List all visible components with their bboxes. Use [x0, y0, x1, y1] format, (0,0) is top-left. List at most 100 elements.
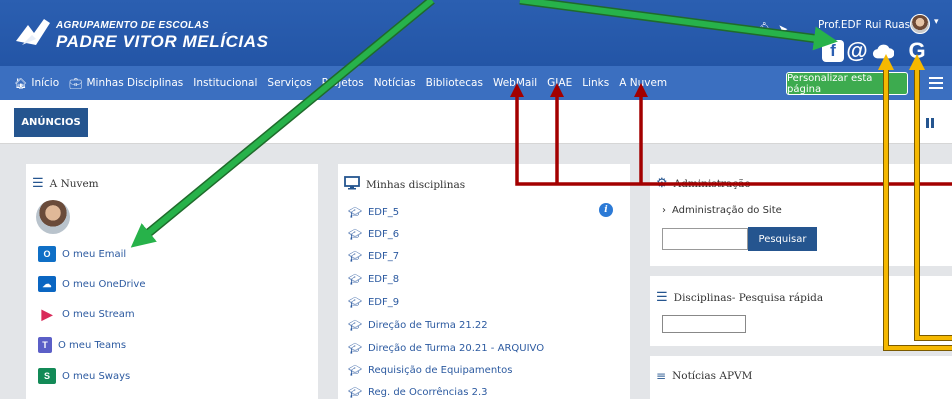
nav-item-label: Minhas Disciplinas: [86, 77, 184, 89]
nav-items: 🏠︎ Início 💼︎ Minhas Disciplinas Instituc…: [14, 66, 667, 100]
course-item[interactable]: 🎓︎ Reg. de Ocorrências 2.3: [348, 386, 488, 399]
announcements-tab[interactable]: ANÚNCIOS: [14, 108, 88, 137]
nuvem-item-teams[interactable]: T O meu Teams: [38, 337, 126, 353]
graduation-cap-icon: 🎓︎: [348, 250, 362, 263]
briefcase-icon: 💼︎: [69, 77, 83, 90]
course-label: EDF_5: [367, 207, 400, 218]
course-item[interactable]: 🎓︎ EDF_5: [348, 206, 399, 219]
search-button[interactable]: Pesquisar: [748, 227, 817, 251]
school-name-line1[interactable]: AGRUPAMENTO DE ESCOLAS: [56, 20, 209, 31]
chevron-right-icon: ›: [662, 205, 666, 216]
stream-icon: ▶: [41, 305, 53, 322]
quick-search-title: ☰ Disciplinas- Pesquisa rápida: [656, 290, 823, 305]
course-item[interactable]: 🎓︎ Requisição de Equipamentos: [348, 364, 512, 377]
pause-icon[interactable]: [926, 118, 934, 128]
course-label: Requisição de Equipamentos: [367, 365, 513, 376]
nuvem-item-sways[interactable]: S O meu Sways: [38, 368, 130, 384]
list-item-label: O meu Sways: [62, 370, 131, 382]
nav-item-bibliotecas[interactable]: Bibliotecas: [426, 77, 483, 89]
bell-icon[interactable]: 🔔︎: [756, 22, 773, 37]
facebook-icon[interactable]: f: [822, 40, 844, 62]
list-icon: ☰: [32, 176, 44, 191]
course-item[interactable]: 🎓︎ EDF_6: [348, 228, 399, 241]
block-title-text: Disciplinas- Pesquisa rápida: [673, 291, 824, 304]
hamburger-menu-icon[interactable]: [929, 77, 943, 89]
graduation-cap-icon: 🎓︎: [348, 273, 362, 286]
home-icon: 🏠︎: [14, 77, 28, 90]
at-icon[interactable]: @: [846, 38, 868, 63]
outlook-icon: O: [38, 246, 56, 262]
nav-item-institucional[interactable]: Institucional: [193, 77, 257, 89]
nav-item-giae[interactable]: GIAE: [547, 77, 572, 89]
course-item[interactable]: 🎓︎ EDF_7: [348, 250, 399, 263]
site-admin-label: Administração do Site: [672, 205, 782, 216]
block-title-text: Minhas disciplinas: [366, 178, 466, 191]
user-photo: [36, 200, 70, 234]
monitor-icon: [344, 176, 360, 193]
info-icon[interactable]: i: [599, 203, 613, 217]
course-item[interactable]: 🎓︎ EDF_8: [348, 273, 399, 286]
graduation-cap-icon: 🎓︎: [348, 386, 362, 399]
nav-item-projetos[interactable]: Projetos: [322, 77, 364, 89]
quick-search-input[interactable]: [662, 315, 746, 333]
chevron-down-icon[interactable]: ▾: [934, 17, 939, 27]
onedrive-icon: ☁: [38, 276, 56, 292]
course-label: Reg. de Ocorrências 2.3: [367, 387, 488, 398]
nuvem-item-onedrive[interactable]: ☁ O meu OneDrive: [38, 276, 145, 292]
list-item-label: O meu Teams: [58, 339, 127, 351]
disciplinas-block-title: Minhas disciplinas: [344, 176, 465, 193]
nuvem-item-email[interactable]: O O meu Email: [38, 246, 126, 262]
school-logo-icon[interactable]: [14, 15, 52, 49]
graduation-cap-icon: 🎓︎: [348, 296, 362, 309]
nav-item-webmail[interactable]: WebMail: [493, 77, 537, 89]
course-item[interactable]: 🎓︎ EDF_9: [348, 296, 399, 309]
site-admin-link[interactable]: › Administração do Site: [662, 205, 782, 216]
graduation-cap-icon: 🎓︎: [348, 342, 362, 355]
admin-block-title: ⚙ Administração: [656, 176, 751, 191]
block-title-text: A Nuvem: [49, 177, 99, 190]
teams-icon: T: [38, 337, 52, 353]
news-block-title: ≡ Notícias APVM: [656, 369, 752, 383]
list-item-label: O meu Stream: [62, 308, 135, 320]
user-name[interactable]: Prof.EDF Rui Ruas: [818, 19, 910, 31]
graduation-cap-icon: 🎓︎: [348, 319, 362, 332]
site-header: AGRUPAMENTO DE ESCOLAS PADRE VITOR MELÍC…: [0, 0, 952, 66]
google-icon[interactable]: G: [906, 38, 928, 63]
announcements-bar: ANÚNCIOS: [0, 100, 952, 144]
graduation-cap-icon: 🎓︎: [348, 206, 362, 219]
nav-item-a-nuvem[interactable]: A Nuvem: [619, 77, 667, 89]
nav-item-inicio[interactable]: 🏠︎ Início: [14, 77, 59, 90]
nuvem-item-stream[interactable]: ▶ O meu Stream: [38, 306, 135, 322]
list-item-label: O meu OneDrive: [62, 278, 146, 290]
course-label: EDF_9: [367, 297, 400, 308]
graduation-cap-icon: 🎓︎: [348, 364, 362, 377]
nav-item-servicos[interactable]: Serviços: [267, 77, 311, 89]
course-item[interactable]: 🎓︎ Direção de Turma 20.21 - ARQUIVO: [348, 342, 544, 355]
school-name-line2[interactable]: PADRE VITOR MELÍCIAS: [56, 32, 269, 52]
course-label: EDF_8: [367, 274, 400, 285]
user-avatar[interactable]: [910, 14, 930, 34]
nav-item-noticias[interactable]: Notícias: [374, 77, 416, 89]
nav-item-minhas-disciplinas[interactable]: 💼︎ Minhas Disciplinas: [69, 77, 183, 90]
list-item-label: O meu Email: [62, 248, 127, 260]
nav-item-links[interactable]: Links: [582, 77, 609, 89]
cloud-icon[interactable]: [872, 40, 894, 62]
list-icon: ☰: [656, 290, 668, 305]
course-label: Direção de Turma 21.22: [367, 320, 488, 331]
gears-icon: ⚙: [656, 176, 668, 191]
rss-icon: ≡: [656, 369, 667, 383]
quick-search-block: [650, 276, 952, 346]
graduation-cap-icon: 🎓︎: [348, 228, 362, 241]
block-title-text: Notícias APVM: [672, 370, 753, 382]
course-label: EDF_6: [367, 229, 400, 240]
personalize-page-button[interactable]: Personalizar esta página: [786, 72, 908, 95]
nav-item-label: Início: [31, 77, 60, 89]
nuvem-block-title: ☰ A Nuvem: [32, 176, 99, 191]
block-title-text: Administração: [673, 177, 751, 190]
admin-search-input[interactable]: [662, 228, 748, 250]
course-label: EDF_7: [367, 251, 400, 262]
message-icon[interactable]: ➤: [778, 22, 788, 36]
course-label: Direção de Turma 20.21 - ARQUIVO: [367, 343, 545, 354]
sway-icon: S: [38, 368, 56, 384]
course-item[interactable]: 🎓︎ Direção de Turma 21.22: [348, 319, 488, 332]
